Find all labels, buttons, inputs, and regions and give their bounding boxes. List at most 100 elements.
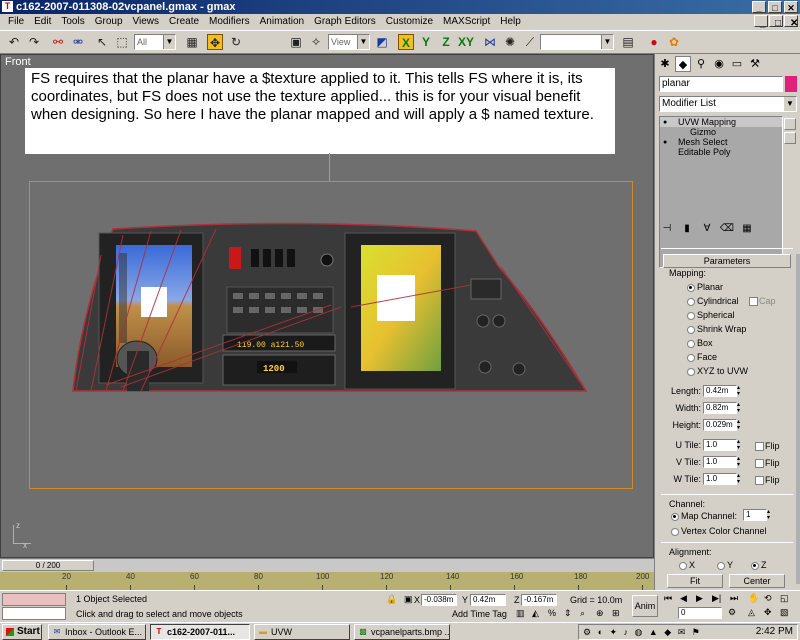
play-icon[interactable]: ▶ <box>696 593 703 604</box>
mirror-icon[interactable]: ◩ <box>374 34 390 50</box>
zoom-icon[interactable]: ⌕ <box>580 608 585 619</box>
zoom-extents-icon[interactable]: ⊞ <box>612 608 620 619</box>
w-flip-checkbox[interactable]: Flip <box>755 475 780 485</box>
mapping-planar-radio[interactable]: Planar <box>685 282 723 292</box>
snap-icon[interactable]: ⟋ <box>522 34 538 50</box>
animate-button[interactable]: Anim <box>632 595 658 617</box>
maxscript-listener-field[interactable] <box>2 593 66 606</box>
select-rotate-icon[interactable]: ↻ <box>228 34 244 50</box>
clock[interactable]: 2:42 PM <box>756 625 793 639</box>
menu-tools[interactable]: Tools <box>56 14 89 30</box>
stack-collapse-icon[interactable] <box>784 132 796 144</box>
z-coord-field[interactable]: -0.167m <box>521 594 557 606</box>
select-region-icon[interactable]: ⬚ <box>114 34 130 50</box>
mirror-selection-icon[interactable]: ▤ <box>620 34 636 50</box>
width-spinner[interactable]: 0.82m ▴ ▾ <box>703 402 740 414</box>
redo-icon[interactable]: ↷ <box>26 34 42 50</box>
hierarchy-tab-icon[interactable]: ⚲ <box>693 56 709 72</box>
viewport-options-icon[interactable]: ▧ <box>780 607 789 618</box>
restrict-z-icon[interactable]: Z <box>438 34 454 50</box>
task-gmax[interactable]: T c162-2007-011... <box>150 624 250 640</box>
pin-stack-icon[interactable]: ⊣ <box>659 222 675 236</box>
v-tile-spinner[interactable]: 1.0 ▴ ▾ <box>703 456 740 468</box>
doc-restore-button[interactable]: □ <box>769 15 783 29</box>
align-y-radio[interactable]: Y <box>715 560 733 570</box>
modifier-stack[interactable]: ● UVW Mapping Gizmo ● Mesh Select Editable… <box>659 116 783 268</box>
menu-animation[interactable]: Animation <box>255 14 309 30</box>
height-spinner[interactable]: 0.029m ▴ ▾ <box>703 419 740 431</box>
menu-modifiers[interactable]: Modifiers <box>204 14 255 30</box>
menu-help[interactable]: Help <box>495 14 526 30</box>
menu-create[interactable]: Create <box>164 14 204 30</box>
length-spinner[interactable]: 0.42m ▴ ▾ <box>703 385 740 397</box>
u-flip-checkbox[interactable]: Flip <box>755 441 780 451</box>
go-to-start-icon[interactable]: ⏮ <box>664 593 672 604</box>
stack-pin-icon[interactable] <box>784 118 796 130</box>
gmax-icon[interactable]: T <box>2 1 13 12</box>
map-channel-spinner[interactable]: 1 ▴ ▾ <box>743 509 770 521</box>
mapping-box-radio[interactable]: Box <box>685 338 713 348</box>
menu-maxscript[interactable]: MAXScript <box>438 14 495 30</box>
modifier-list-dropdown[interactable]: Modifier List ▼ <box>659 96 797 112</box>
previous-frame-icon[interactable]: ◀ <box>680 593 687 604</box>
align-z-radio[interactable]: Z <box>749 560 767 570</box>
display-tab-icon[interactable]: ▭ <box>729 56 745 72</box>
vertex-color-channel-radio[interactable]: Vertex Color Channel <box>669 526 767 536</box>
unlink-icon[interactable]: ⚮ <box>70 34 86 50</box>
current-frame-field[interactable]: 0 <box>678 607 722 619</box>
make-unique-icon[interactable]: ∀ <box>699 222 715 236</box>
utilities-tab-icon[interactable]: ⚒ <box>747 56 763 72</box>
material-editor-icon[interactable]: ● <box>646 34 662 50</box>
select-scale-icon[interactable]: ▣ <box>288 34 304 50</box>
pan-icon[interactable]: ✋ <box>748 593 759 604</box>
angle-snap-icon[interactable]: ◭ <box>532 608 539 619</box>
select-by-name-icon[interactable]: ▦ <box>184 34 200 50</box>
stack-item-uvw-mapping[interactable]: ● UVW Mapping <box>660 117 782 127</box>
time-slider[interactable]: 0 / 200 <box>2 560 94 571</box>
stack-item-gizmo[interactable]: Gizmo <box>660 127 782 137</box>
v-flip-checkbox[interactable]: Flip <box>755 458 780 468</box>
menu-group[interactable]: Group <box>90 14 128 30</box>
align-icon[interactable]: ⋈ <box>482 34 498 50</box>
cap-checkbox[interactable]: Cap <box>749 296 776 306</box>
instrument-panel-model[interactable]: 119.00 a121.50 1200 <box>1 55 655 559</box>
named-selection-dropdown[interactable]: ▼ <box>540 34 614 50</box>
arc-rotate-icon[interactable]: ⟲ <box>764 593 772 604</box>
object-color-swatch[interactable] <box>785 76 797 92</box>
go-to-end-icon[interactable]: ⏭ <box>730 593 738 604</box>
w-tile-spinner[interactable]: 1.0 ▴ ▾ <box>703 473 740 485</box>
show-end-result-icon[interactable]: ▮ <box>679 222 695 236</box>
time-config-icon[interactable]: ⚙ <box>728 607 736 618</box>
menu-views[interactable]: Views <box>128 14 165 30</box>
mapping-spherical-radio[interactable]: Spherical <box>685 310 735 320</box>
undo-icon[interactable]: ↶ <box>6 34 22 50</box>
x-coord-field[interactable]: -0.038m <box>421 594 457 606</box>
maximize-viewport-icon[interactable]: ◱ <box>780 593 789 604</box>
spinner-snap-icon[interactable]: ⇕ <box>564 608 572 619</box>
object-name-field[interactable]: planar <box>659 76 783 92</box>
close-button[interactable]: ✕ <box>784 1 798 13</box>
menu-customize[interactable]: Customize <box>381 14 438 30</box>
field-of-view-icon[interactable]: ◬ <box>748 607 755 618</box>
walkthrough-icon[interactable]: ✥ <box>764 607 772 618</box>
add-time-tag[interactable]: Add Time Tag <box>452 609 507 619</box>
modify-tab-icon[interactable]: ◆ <box>675 56 691 72</box>
minimize-button[interactable]: _ <box>752 1 766 13</box>
restrict-y-icon[interactable]: Y <box>418 34 434 50</box>
select-move-icon[interactable]: ✥ <box>207 34 223 50</box>
start-button[interactable]: Start <box>2 624 42 640</box>
remove-modifier-icon[interactable]: ⌫ <box>719 222 735 236</box>
y-coord-field[interactable]: 0.42m <box>470 594 506 606</box>
mapping-shrink-wrap-radio[interactable]: Shrink Wrap <box>685 324 746 334</box>
doc-close-button[interactable]: ✕ <box>784 15 798 29</box>
time-slider-track[interactable]: 0 / 200 <box>0 558 654 572</box>
u-tile-spinner[interactable]: 1.0 ▴ ▾ <box>703 439 740 451</box>
task-uvw-folder[interactable]: ▬ UVW <box>254 624 350 640</box>
restrict-xy-icon[interactable]: XY <box>458 34 474 50</box>
align-x-radio[interactable]: X <box>677 560 695 570</box>
array-icon[interactable]: ✺ <box>502 34 518 50</box>
doc-minimize-button[interactable]: _ <box>754 15 768 29</box>
mapping-face-radio[interactable]: Face <box>685 352 717 362</box>
center-button[interactable]: Center <box>729 574 785 588</box>
render-icon[interactable]: ✿ <box>666 34 682 50</box>
